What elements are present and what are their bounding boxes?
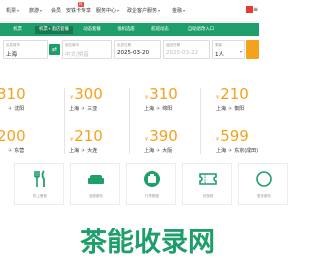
deal-to: 绵阳 [162, 106, 173, 112]
deal-to: 大阪 [162, 148, 173, 154]
deal-to: 大连 [87, 148, 98, 154]
tab-flight-hotel[interactable]: 机票+酒店套餐 [35, 26, 73, 34]
deal-price: 310 [0, 85, 26, 103]
deal-card[interactable]: ¥300 上海 ✈ 三亚 [64, 84, 128, 120]
return-date-field[interactable]: 返回日期 2025-03-22 [163, 40, 210, 59]
service-meal[interactable]: 机上餐食 [14, 163, 64, 205]
chevron-down-icon: ▾ [17, 8, 20, 13]
to-city-field[interactable]: 到达城市 中文/拼音 [62, 40, 112, 59]
tab-flight-status[interactable]: 航班动态 [146, 26, 174, 34]
nav-service[interactable]: 服务中心▾ [96, 7, 119, 14]
promo-banner: 茶能收录网 [80, 228, 215, 256]
deal-from: 上海 [144, 106, 155, 112]
deal-from: 上海 [216, 106, 227, 112]
fork-knife-icon [34, 170, 45, 187]
plane-icon: ✈ [81, 148, 86, 154]
deal-currency: ¥ [70, 137, 74, 143]
search-button[interactable] [246, 40, 259, 59]
deal-card[interactable]: 200 ✈ 东营 [0, 126, 64, 162]
deal-to: 东京(成田) [234, 148, 259, 154]
service-coupon[interactable]: 优惠券 [182, 163, 232, 205]
deal-currency: ¥ [145, 95, 149, 101]
plane-icon: ✈ [228, 148, 233, 154]
divider [129, 88, 130, 154]
deal-price: 390 [149, 127, 178, 145]
chevron-down-icon: ▾ [183, 8, 186, 13]
nav-member[interactable]: 会员 [51, 7, 61, 14]
deal-from: 上海 [144, 148, 155, 154]
chevron-down-icon: ▾ [40, 8, 43, 13]
plane-icon: ✈ [8, 148, 13, 154]
swap-icon[interactable]: ⇄ [49, 44, 60, 55]
nav-travel[interactable]: 旅游▾ [29, 7, 42, 14]
seat-icon [88, 175, 104, 184]
deal-card[interactable]: 310 ✈ 沈阳 [0, 84, 64, 120]
deal-price: 310 [149, 85, 178, 103]
top-nav: 机票▾ 旅游▾ 会员 安铁卡专享 热 服务中心▾ 政企客户服务▾ 金融▾ ≡ [0, 0, 259, 22]
deal-price: 210 [220, 85, 249, 103]
deal-currency: ¥ [216, 95, 220, 101]
chevron-down-icon: ▾ [239, 49, 242, 54]
deal-price: 599 [220, 127, 249, 145]
deal-to: 沈阳 [14, 106, 25, 112]
deal-card[interactable]: ¥599 上海 ✈ 东京(成田) [194, 126, 258, 162]
service-row: 机上餐食 选座服务 行李额度 优惠券 更多服务 [0, 163, 288, 205]
tab-checkin[interactable]: 值机选座 [112, 26, 140, 34]
hot-badge: 热 [78, 2, 84, 7]
luggage-icon [144, 171, 160, 187]
service-seat[interactable]: 选座服务 [70, 163, 120, 205]
ticket-icon [199, 173, 217, 185]
passenger-select[interactable]: 乘客 1人 ▾ [212, 40, 245, 59]
booking-tabs: 机票 机票+酒店套餐 动态套餐 值机选座 航班动态 自助退改入口 [0, 23, 259, 36]
deal-from: 上海 [69, 106, 80, 112]
divider [64, 88, 65, 154]
from-city-field[interactable]: 出发城市 上海 [3, 40, 48, 59]
menu-icon[interactable]: ≡ [253, 6, 258, 13]
depart-date-field[interactable]: 出发日期 2025-03-20 [114, 40, 161, 59]
chevron-down-icon: ▾ [117, 8, 120, 13]
deal-to: 东营 [14, 148, 25, 154]
deal-currency: ¥ [70, 95, 74, 101]
nav-flights[interactable]: 机票▾ [6, 7, 19, 14]
service-more[interactable]: 更多服务 [238, 163, 288, 205]
nav-enterprise[interactable]: 政企客户服务▾ [127, 7, 160, 14]
promo-text: 茶能收录网 [80, 228, 215, 256]
plane-icon: ✈ [156, 148, 161, 154]
deal-card[interactable]: ¥210 上海 ✈ 大连 [64, 126, 128, 162]
divider [200, 88, 201, 154]
deal-card[interactable]: ¥390 上海 ✈ 大阪 [129, 126, 193, 162]
chevron-down-icon: ▾ [158, 8, 161, 13]
deal-price: 210 [74, 127, 103, 145]
plane-icon: ✈ [81, 106, 86, 112]
tab-self-service[interactable]: 自助退改入口 [182, 26, 220, 34]
deal-price: 200 [0, 127, 26, 145]
deal-card[interactable]: ¥210 上海 ✈ 衡阳 [194, 84, 258, 120]
deal-from: 上海 [69, 148, 80, 154]
plane-icon: ✈ [8, 106, 13, 112]
deal-currency: ¥ [216, 137, 220, 143]
deal-from: 上海 [216, 148, 227, 154]
deal-to: 衡阳 [234, 106, 245, 112]
nav-finance[interactable]: 金融▾ [172, 7, 185, 14]
search-form: 出发城市 上海 ⇄ 到达城市 中文/拼音 出发日期 2025-03-20 返回日… [0, 38, 259, 61]
service-icon [256, 171, 272, 187]
service-baggage[interactable]: 行李额度 [126, 163, 176, 205]
nav-card[interactable]: 安铁卡专享 [66, 7, 91, 14]
tab-dynamic-package[interactable]: 动态套餐 [78, 26, 106, 34]
deal-currency: ¥ [145, 137, 149, 143]
deal-to: 三亚 [87, 106, 98, 112]
flag-icon[interactable] [246, 6, 253, 13]
plane-icon: ✈ [156, 106, 161, 112]
plane-icon: ✈ [228, 106, 233, 112]
deal-price: 300 [74, 85, 103, 103]
tab-flight[interactable]: 机票 [4, 26, 31, 34]
deal-card[interactable]: ¥310 上海 ✈ 绵阳 [129, 84, 193, 120]
